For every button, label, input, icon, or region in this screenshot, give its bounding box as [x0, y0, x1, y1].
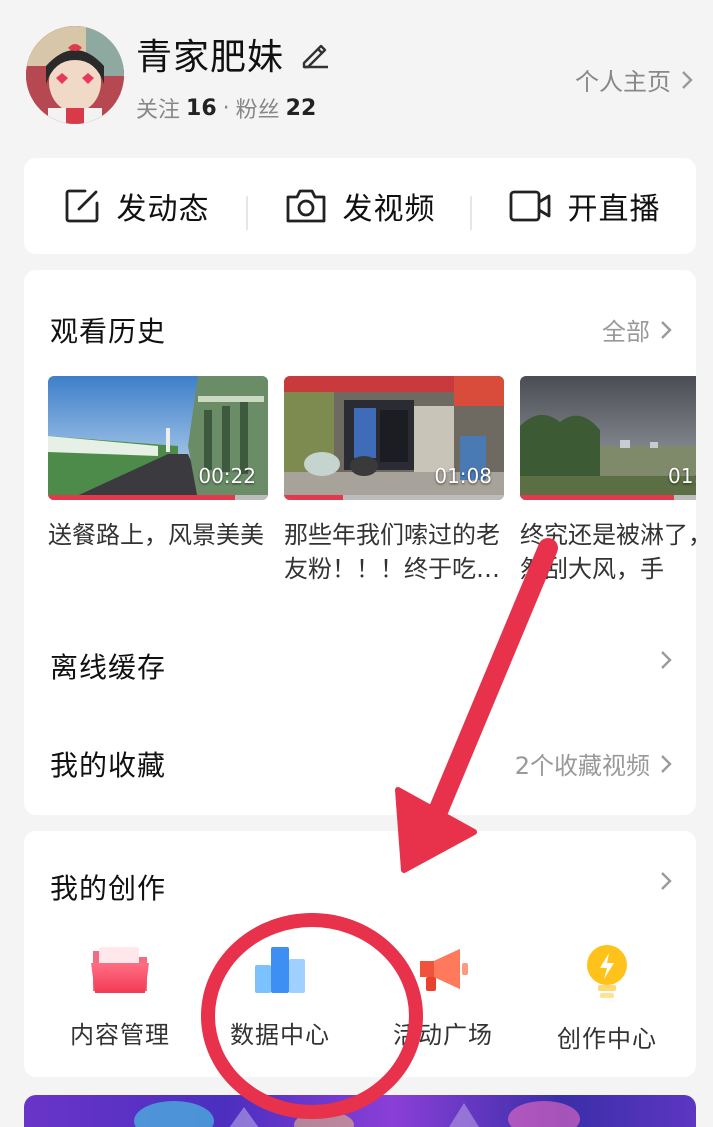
video-duration: 01:: [668, 464, 696, 488]
name-row: 青家肥妹: [136, 28, 332, 80]
follow-stats: 关注 16 · 粉丝 22: [136, 92, 316, 124]
lightbulb-icon: [587, 945, 627, 998]
video-title[interactable]: 送餐路上，风景美美: [48, 518, 268, 552]
video-thumbnail[interactable]: 01:08: [284, 376, 504, 500]
chevron-right-icon: [661, 651, 672, 669]
content-management-label: 内容管理: [70, 1021, 170, 1049]
banner-image: [134, 1101, 580, 1127]
favorites-title: 我的收藏: [50, 749, 167, 782]
start-live-label: 开直播: [567, 192, 661, 227]
creator-center-label: 创作中心: [557, 1025, 657, 1053]
favorites-row[interactable]: 我的收藏 2个收藏视频: [24, 720, 696, 800]
video-title[interactable]: 终究还是被淋了，突然刮大风，手: [520, 518, 696, 586]
megaphone-icon: [420, 949, 468, 991]
promo-banner[interactable]: [24, 1095, 696, 1127]
followers-label[interactable]: 粉丝: [236, 92, 280, 124]
avatar[interactable]: [26, 26, 124, 124]
chevron-right-icon: [661, 754, 672, 773]
video-duration: 01:08: [434, 464, 492, 488]
avatar-image: [26, 26, 124, 124]
activity-square-label: 活动广场: [393, 1021, 493, 1049]
homepage-link[interactable]: 个人主页: [575, 62, 693, 97]
watch-progress-fill: [48, 495, 235, 500]
history-title: 观看历史: [50, 315, 167, 348]
data-center-button[interactable]: 数据中心: [205, 943, 355, 1050]
video-title[interactable]: 那些年我们嗦过的老友粉！！！终于吃到了: [284, 518, 504, 586]
edit-name-icon[interactable]: [298, 37, 332, 71]
content-management-button[interactable]: 内容管理: [45, 943, 195, 1050]
favorites-summary-link: 2个收藏视频: [515, 746, 672, 781]
history-all-link[interactable]: 全部: [602, 312, 672, 347]
camera-icon: [286, 189, 325, 223]
post-update-label: 发动态: [116, 192, 210, 227]
my-creation-card: 我的创作 内容管理 数据中心 活动广场 创作中心: [24, 831, 696, 1077]
favorites-summary: 2个收藏视频: [514, 752, 650, 780]
video-thumbnail[interactable]: 00:22: [48, 376, 268, 500]
data-center-label: 数据中心: [230, 1021, 330, 1049]
post-video-label: 发视频: [342, 192, 436, 227]
username: 青家肥妹: [136, 37, 285, 78]
followers-count[interactable]: 22: [286, 96, 317, 121]
following-label[interactable]: 关注: [136, 92, 180, 124]
stats-separator: ·: [222, 95, 230, 121]
history-all-label: 全部: [602, 318, 650, 346]
offline-cache-arrow: [660, 650, 672, 670]
start-live-button[interactable]: 开直播: [472, 184, 696, 228]
chevron-right-icon: [682, 70, 693, 89]
quick-actions-card: 发动态 发视频 开直播: [24, 158, 696, 254]
watch-progress-fill: [284, 495, 344, 500]
creator-center-button[interactable]: 创作中心: [532, 943, 682, 1054]
creation-title[interactable]: 我的创作: [50, 867, 166, 907]
activity-square-button[interactable]: 活动广场: [368, 943, 518, 1050]
watch-progress-fill: [520, 495, 674, 500]
video-camera-icon: [509, 190, 550, 222]
chevron-right-icon: [661, 872, 672, 890]
homepage-label: 个人主页: [575, 68, 671, 96]
chevron-right-icon: [661, 320, 672, 339]
video-thumbnail[interactable]: 01:: [520, 376, 696, 500]
profile-header: 青家肥妹 关注 16 · 粉丝 22 个人主页: [0, 0, 713, 150]
following-count[interactable]: 16: [186, 96, 217, 121]
folder-icon: [91, 947, 149, 993]
edit-square-icon: [65, 189, 98, 223]
profile-page: 青家肥妹 关注 16 · 粉丝 22 个人主页 发动态 发视频 开直播 观看历史…: [0, 0, 713, 1127]
watch-history-card: 观看历史 全部 00:22 送餐路上，风景美美 01:08 那些年我们嗦过的老友…: [24, 270, 696, 815]
post-update-button[interactable]: 发动态: [24, 184, 248, 230]
post-video-button[interactable]: 发视频: [248, 184, 472, 230]
offline-cache-title: 离线缓存: [50, 651, 167, 684]
creation-arrow[interactable]: [660, 871, 672, 891]
offline-cache-row[interactable]: 离线缓存: [24, 622, 696, 702]
video-duration: 00:22: [198, 464, 256, 488]
bar-chart-icon: [255, 947, 305, 993]
